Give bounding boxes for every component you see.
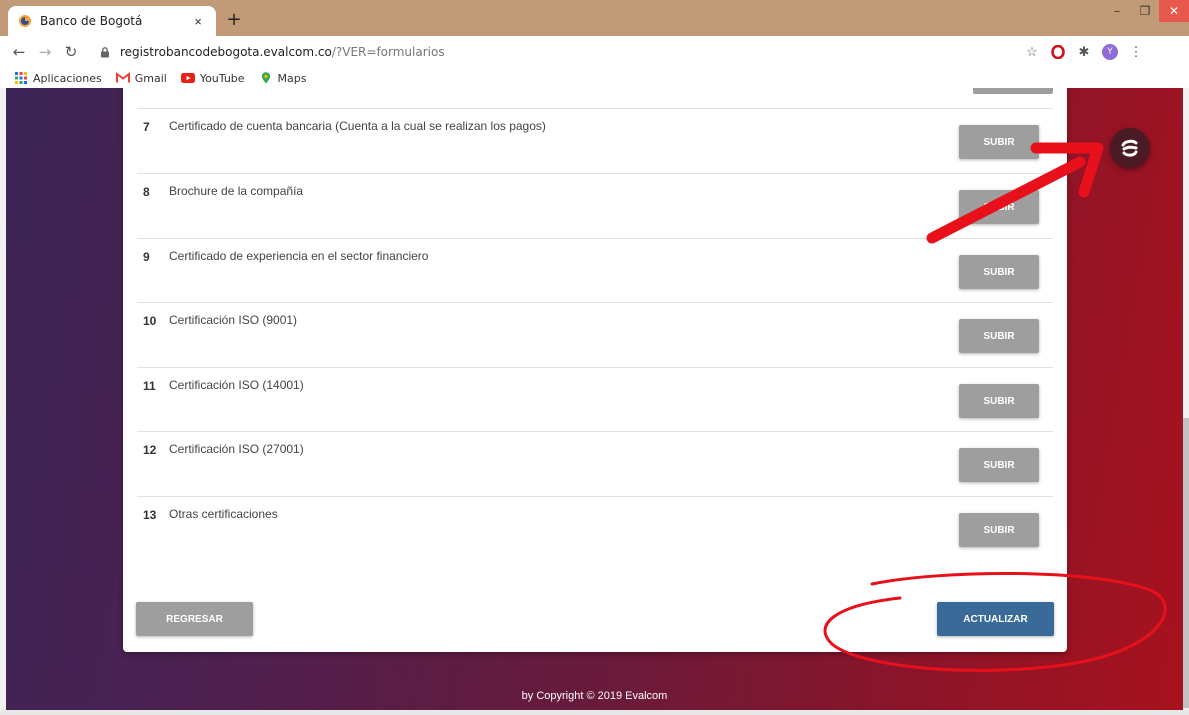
reload-icon[interactable]: ↻: [58, 43, 84, 61]
document-row-12: 12 Certificación ISO (27001) SUBIR: [137, 431, 1053, 496]
bookmark-gmail[interactable]: Gmail: [115, 72, 167, 85]
opera-icon[interactable]: [1050, 44, 1066, 60]
bookmarks-bar: Aplicaciones Gmail YouTube Maps: [0, 68, 1189, 88]
browser-toolbar: ← → ↻ registrobancodebogota.evalcom.co/?…: [0, 36, 1189, 68]
window-close-icon[interactable]: ✕: [1159, 0, 1189, 22]
subir-button[interactable]: SUBIR: [959, 125, 1039, 159]
subir-button[interactable]: SUBIR: [959, 255, 1039, 289]
row-label: Brochure de la compañía: [169, 184, 304, 198]
row-number: 13: [143, 508, 157, 522]
maps-icon: [261, 72, 270, 84]
scrollbar-thumb[interactable]: [1183, 418, 1189, 708]
document-row-13: 13 Otras certificaciones SUBIR: [137, 496, 1053, 561]
row-label: Otras certificaciones: [169, 507, 278, 521]
row-number: 9: [143, 250, 150, 264]
subir-button[interactable]: SUBIR: [959, 190, 1039, 224]
actualizar-button[interactable]: ACTUALIZAR: [937, 602, 1054, 636]
bookmark-aplicaciones[interactable]: Aplicaciones: [14, 72, 102, 85]
tab-close-icon[interactable]: ×: [190, 14, 206, 29]
new-tab-button[interactable]: +: [224, 9, 244, 30]
minimize-icon[interactable]: –: [1103, 0, 1131, 22]
window-controls: – ❐ ✕: [1103, 0, 1189, 24]
bookmark-star-icon[interactable]: ☆: [1024, 44, 1040, 60]
form-card: 7 Certificado de cuenta bancaria (Cuenta…: [123, 88, 1067, 652]
restore-icon[interactable]: ❐: [1131, 0, 1159, 22]
address-bar[interactable]: registrobancodebogota.evalcom.co/?VER=fo…: [92, 40, 1144, 64]
row-label: Certificado de experiencia en el sector …: [169, 249, 429, 263]
footer-copyright: by Copyright © 2019 Evalcom: [521, 690, 668, 702]
row-label: Certificación ISO (9001): [169, 313, 298, 327]
url-text: registrobancodebogota.evalcom.co/?VER=fo…: [120, 45, 445, 59]
subir-button[interactable]: SUBIR: [959, 319, 1039, 353]
browser-menu-icon[interactable]: ⋮: [1128, 44, 1144, 60]
lock-icon: [101, 46, 109, 57]
row-number: 7: [143, 120, 150, 134]
row-label: Certificación ISO (27001): [169, 442, 304, 456]
row-number: 12: [143, 443, 157, 457]
page-scrollbar[interactable]: [1183, 88, 1189, 715]
banco-bogota-favicon-icon: [19, 15, 31, 27]
row-number: 10: [143, 314, 157, 328]
browser-tab-strip: Banco de Bogotá × + – ❐ ✕: [0, 0, 1189, 36]
subir-button[interactable]: SUBIR: [959, 448, 1039, 482]
regresar-button[interactable]: REGRESAR: [136, 602, 253, 636]
apps-grid-icon: [15, 72, 27, 84]
document-row-10: 10 Certificación ISO (9001) SUBIR: [137, 302, 1053, 367]
extensions-puzzle-icon[interactable]: ✱: [1076, 44, 1092, 60]
document-row-9: 9 Certificado de experiencia en el secto…: [137, 238, 1053, 303]
browser-tab[interactable]: Banco de Bogotá ×: [8, 6, 216, 36]
tab-title: Banco de Bogotá: [40, 14, 143, 28]
back-arrow-icon[interactable]: ←: [6, 43, 32, 61]
bookmark-maps[interactable]: Maps: [259, 72, 307, 85]
row-label: Certificado de cuenta bancaria (Cuenta a…: [169, 119, 546, 133]
youtube-icon: [180, 73, 195, 83]
row-label: Certificación ISO (14001): [169, 378, 304, 392]
subir-button[interactable]: SUBIR: [959, 513, 1039, 547]
document-row-7: 7 Certificado de cuenta bancaria (Cuenta…: [137, 108, 1053, 173]
document-row-11: 11 Certificación ISO (14001) SUBIR: [137, 367, 1053, 432]
evalcom-chat-button[interactable]: [1110, 128, 1150, 168]
document-row-8: 8 Brochure de la compañía SUBIR: [137, 173, 1053, 238]
row-number: 8: [143, 185, 150, 199]
bookmark-youtube[interactable]: YouTube: [180, 72, 245, 85]
extension-icons: ☆ ✱ Y ⋮: [1024, 44, 1144, 60]
gmail-icon: [115, 72, 130, 83]
profile-avatar[interactable]: Y: [1102, 44, 1118, 60]
row-number: 11: [143, 379, 156, 393]
page-viewport: 7 Certificado de cuenta bancaria (Cuenta…: [6, 88, 1183, 710]
subir-button[interactable]: SUBIR: [959, 384, 1039, 418]
forward-arrow-icon[interactable]: →: [32, 43, 58, 61]
evalcom-logo-icon: [1121, 139, 1138, 157]
bottom-edge: [0, 710, 1189, 715]
previous-subir-button[interactable]: [973, 88, 1053, 94]
